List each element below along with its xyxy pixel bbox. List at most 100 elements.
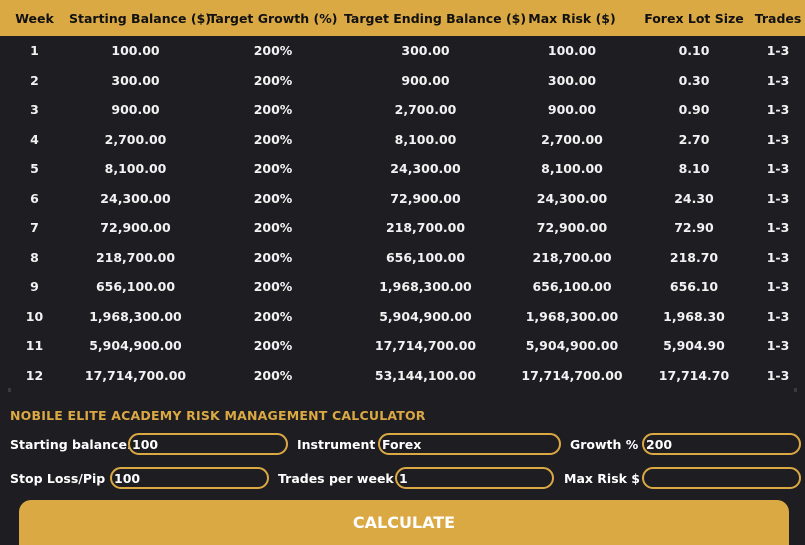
cell-target-ending-balance: 17,714,700.00 [374, 338, 477, 354]
results-table: Week Starting Balance ($) Target Growth … [0, 0, 805, 390]
header-week: Week [15, 10, 54, 26]
table-row: 1 100.00 200% 300.00 100.00 0.10 1-3 [0, 36, 805, 66]
table-body: 1 100.00 200% 300.00 100.00 0.10 1-3 2 300.00 200… [0, 36, 805, 390]
cell-week: 5 [30, 161, 39, 177]
cell-forex-lot-size: 0.90 [678, 102, 710, 118]
cell-max-risk: 17,714,700.00 [521, 367, 623, 383]
growth-input[interactable] [642, 433, 801, 455]
cell-week: 8 [30, 249, 39, 265]
cell-target-ending-balance: 218,700.00 [385, 220, 466, 236]
table-row: 3 900.00 200% 2,700.00 900.00 0.90 1-3 [0, 95, 805, 125]
cell-starting-balance: 300.00 [111, 72, 160, 88]
calculator-title: NOBILE ELITE ACADEMY RISK MANAGEMENT CAL… [10, 408, 426, 423]
cell-trades: 1-3 [766, 131, 790, 147]
cell-target-growth: 200% [253, 190, 293, 206]
table-row: 4 2,700.00 200% 8,100.00 2,700.00 2.70 1-3 [0, 125, 805, 155]
cell-max-risk: 100.00 [547, 43, 597, 59]
stop-loss-input[interactable] [110, 467, 269, 489]
cell-target-ending-balance: 1,968,300.00 [379, 279, 472, 295]
growth-label: Growth % [570, 437, 639, 452]
cell-starting-balance: 656,100.00 [95, 279, 176, 295]
cell-starting-balance: 5,904,900.00 [89, 338, 182, 354]
cell-max-risk: 72,900.00 [536, 220, 608, 236]
cell-target-growth: 200% [253, 131, 293, 147]
cell-target-ending-balance: 5,904,900.00 [379, 308, 472, 324]
cell-forex-lot-size: 5,904.90 [663, 338, 725, 354]
cell-target-ending-balance: 53,144,100.00 [374, 367, 477, 383]
table-row: 12 17,714,700.00 200% 53,144,100.00 17,714,7… [0, 361, 805, 391]
cell-starting-balance: 218,700.00 [95, 249, 176, 265]
scroll-right-icon[interactable] [794, 388, 797, 392]
cell-target-growth: 200% [253, 338, 293, 354]
cell-trades: 1-3 [766, 308, 790, 324]
cell-target-growth: 200% [253, 220, 293, 236]
max-risk-input[interactable] [642, 467, 801, 489]
instrument-label: Instrument [297, 437, 376, 452]
cell-week: 2 [30, 72, 39, 88]
cell-target-growth: 200% [253, 72, 293, 88]
cell-starting-balance: 1,968,300.00 [89, 308, 182, 324]
scroll-left-icon[interactable] [8, 388, 11, 392]
cell-trades: 1-3 [766, 279, 790, 295]
cell-target-growth: 200% [253, 102, 293, 118]
cell-max-risk: 218,700.00 [532, 249, 612, 265]
table-row: 11 5,904,900.00 200% 17,714,700.00 5,904,900… [0, 331, 805, 361]
horizontal-scrollbar[interactable] [8, 388, 797, 392]
header-trades: Trades [754, 10, 802, 26]
cell-forex-lot-size: 218.70 [669, 249, 719, 265]
cell-starting-balance: 900.00 [111, 102, 160, 118]
cell-forex-lot-size: 656.10 [669, 279, 719, 295]
cell-trades: 1-3 [766, 249, 790, 265]
cell-max-risk: 900.00 [547, 102, 597, 118]
starting-balance-input[interactable] [128, 433, 288, 455]
cell-week: 11 [25, 338, 44, 354]
cell-forex-lot-size: 2.70 [678, 131, 710, 147]
cell-target-ending-balance: 656,100.00 [385, 249, 466, 265]
cell-starting-balance: 8,100.00 [104, 161, 167, 177]
cell-target-ending-balance: 2,700.00 [394, 102, 457, 118]
cell-target-growth: 200% [253, 249, 293, 265]
trades-per-week-label: Trades per week [278, 471, 394, 486]
cell-week: 9 [30, 279, 39, 295]
cell-trades: 1-3 [766, 72, 790, 88]
instrument-input[interactable] [378, 433, 561, 455]
cell-forex-lot-size: 0.10 [678, 43, 710, 59]
stop-loss-label: Stop Loss/Pip [10, 471, 106, 486]
cell-trades: 1-3 [766, 102, 790, 118]
max-risk-label: Max Risk $ [564, 471, 641, 486]
cell-week: 10 [25, 308, 44, 324]
results-table-container: Week Starting Balance ($) Target Growth … [0, 0, 805, 385]
cell-forex-lot-size: 72.90 [674, 220, 714, 236]
cell-starting-balance: 100.00 [111, 43, 160, 59]
table-header-row: Week Starting Balance ($) Target Growth … [0, 0, 805, 36]
cell-max-risk: 2,700.00 [541, 131, 603, 147]
cell-week: 7 [30, 220, 39, 236]
cell-trades: 1-3 [766, 367, 790, 383]
header-target-growth: Target Growth (%) [208, 10, 338, 26]
cell-target-growth: 200% [253, 279, 293, 295]
cell-target-ending-balance: 24,300.00 [390, 161, 461, 177]
cell-week: 6 [30, 190, 39, 206]
table-row: 6 24,300.00 200% 72,900.00 24,300.00 24.30 1-3 [0, 184, 805, 214]
cell-forex-lot-size: 8.10 [678, 161, 710, 177]
cell-forex-lot-size: 24.30 [674, 190, 714, 206]
cell-forex-lot-size: 1,968.30 [663, 308, 725, 324]
table-row: 9 656,100.00 200% 1,968,300.00 656,100.00 656… [0, 272, 805, 302]
cell-max-risk: 24,300.00 [536, 190, 608, 206]
calculate-button[interactable]: CALCULATE [19, 500, 789, 545]
cell-starting-balance: 17,714,700.00 [84, 367, 187, 383]
cell-forex-lot-size: 0.30 [678, 72, 710, 88]
cell-starting-balance: 24,300.00 [100, 190, 171, 206]
starting-balance-label: Starting balance: [10, 437, 132, 452]
cell-target-ending-balance: 300.00 [401, 43, 450, 59]
cell-starting-balance: 2,700.00 [104, 131, 167, 147]
trades-per-week-input[interactable] [395, 467, 554, 489]
cell-forex-lot-size: 17,714.70 [658, 367, 730, 383]
cell-trades: 1-3 [766, 43, 790, 59]
table-row: 2 300.00 200% 900.00 300.00 0.30 1-3 [0, 66, 805, 96]
table-row: 5 8,100.00 200% 24,300.00 8,100.00 8.10 1-3 [0, 154, 805, 184]
cell-trades: 1-3 [766, 190, 790, 206]
cell-target-ending-balance: 72,900.00 [390, 190, 461, 206]
cell-week: 4 [30, 131, 39, 147]
table-row: 10 1,968,300.00 200% 5,904,900.00 1,968,300.… [0, 302, 805, 332]
